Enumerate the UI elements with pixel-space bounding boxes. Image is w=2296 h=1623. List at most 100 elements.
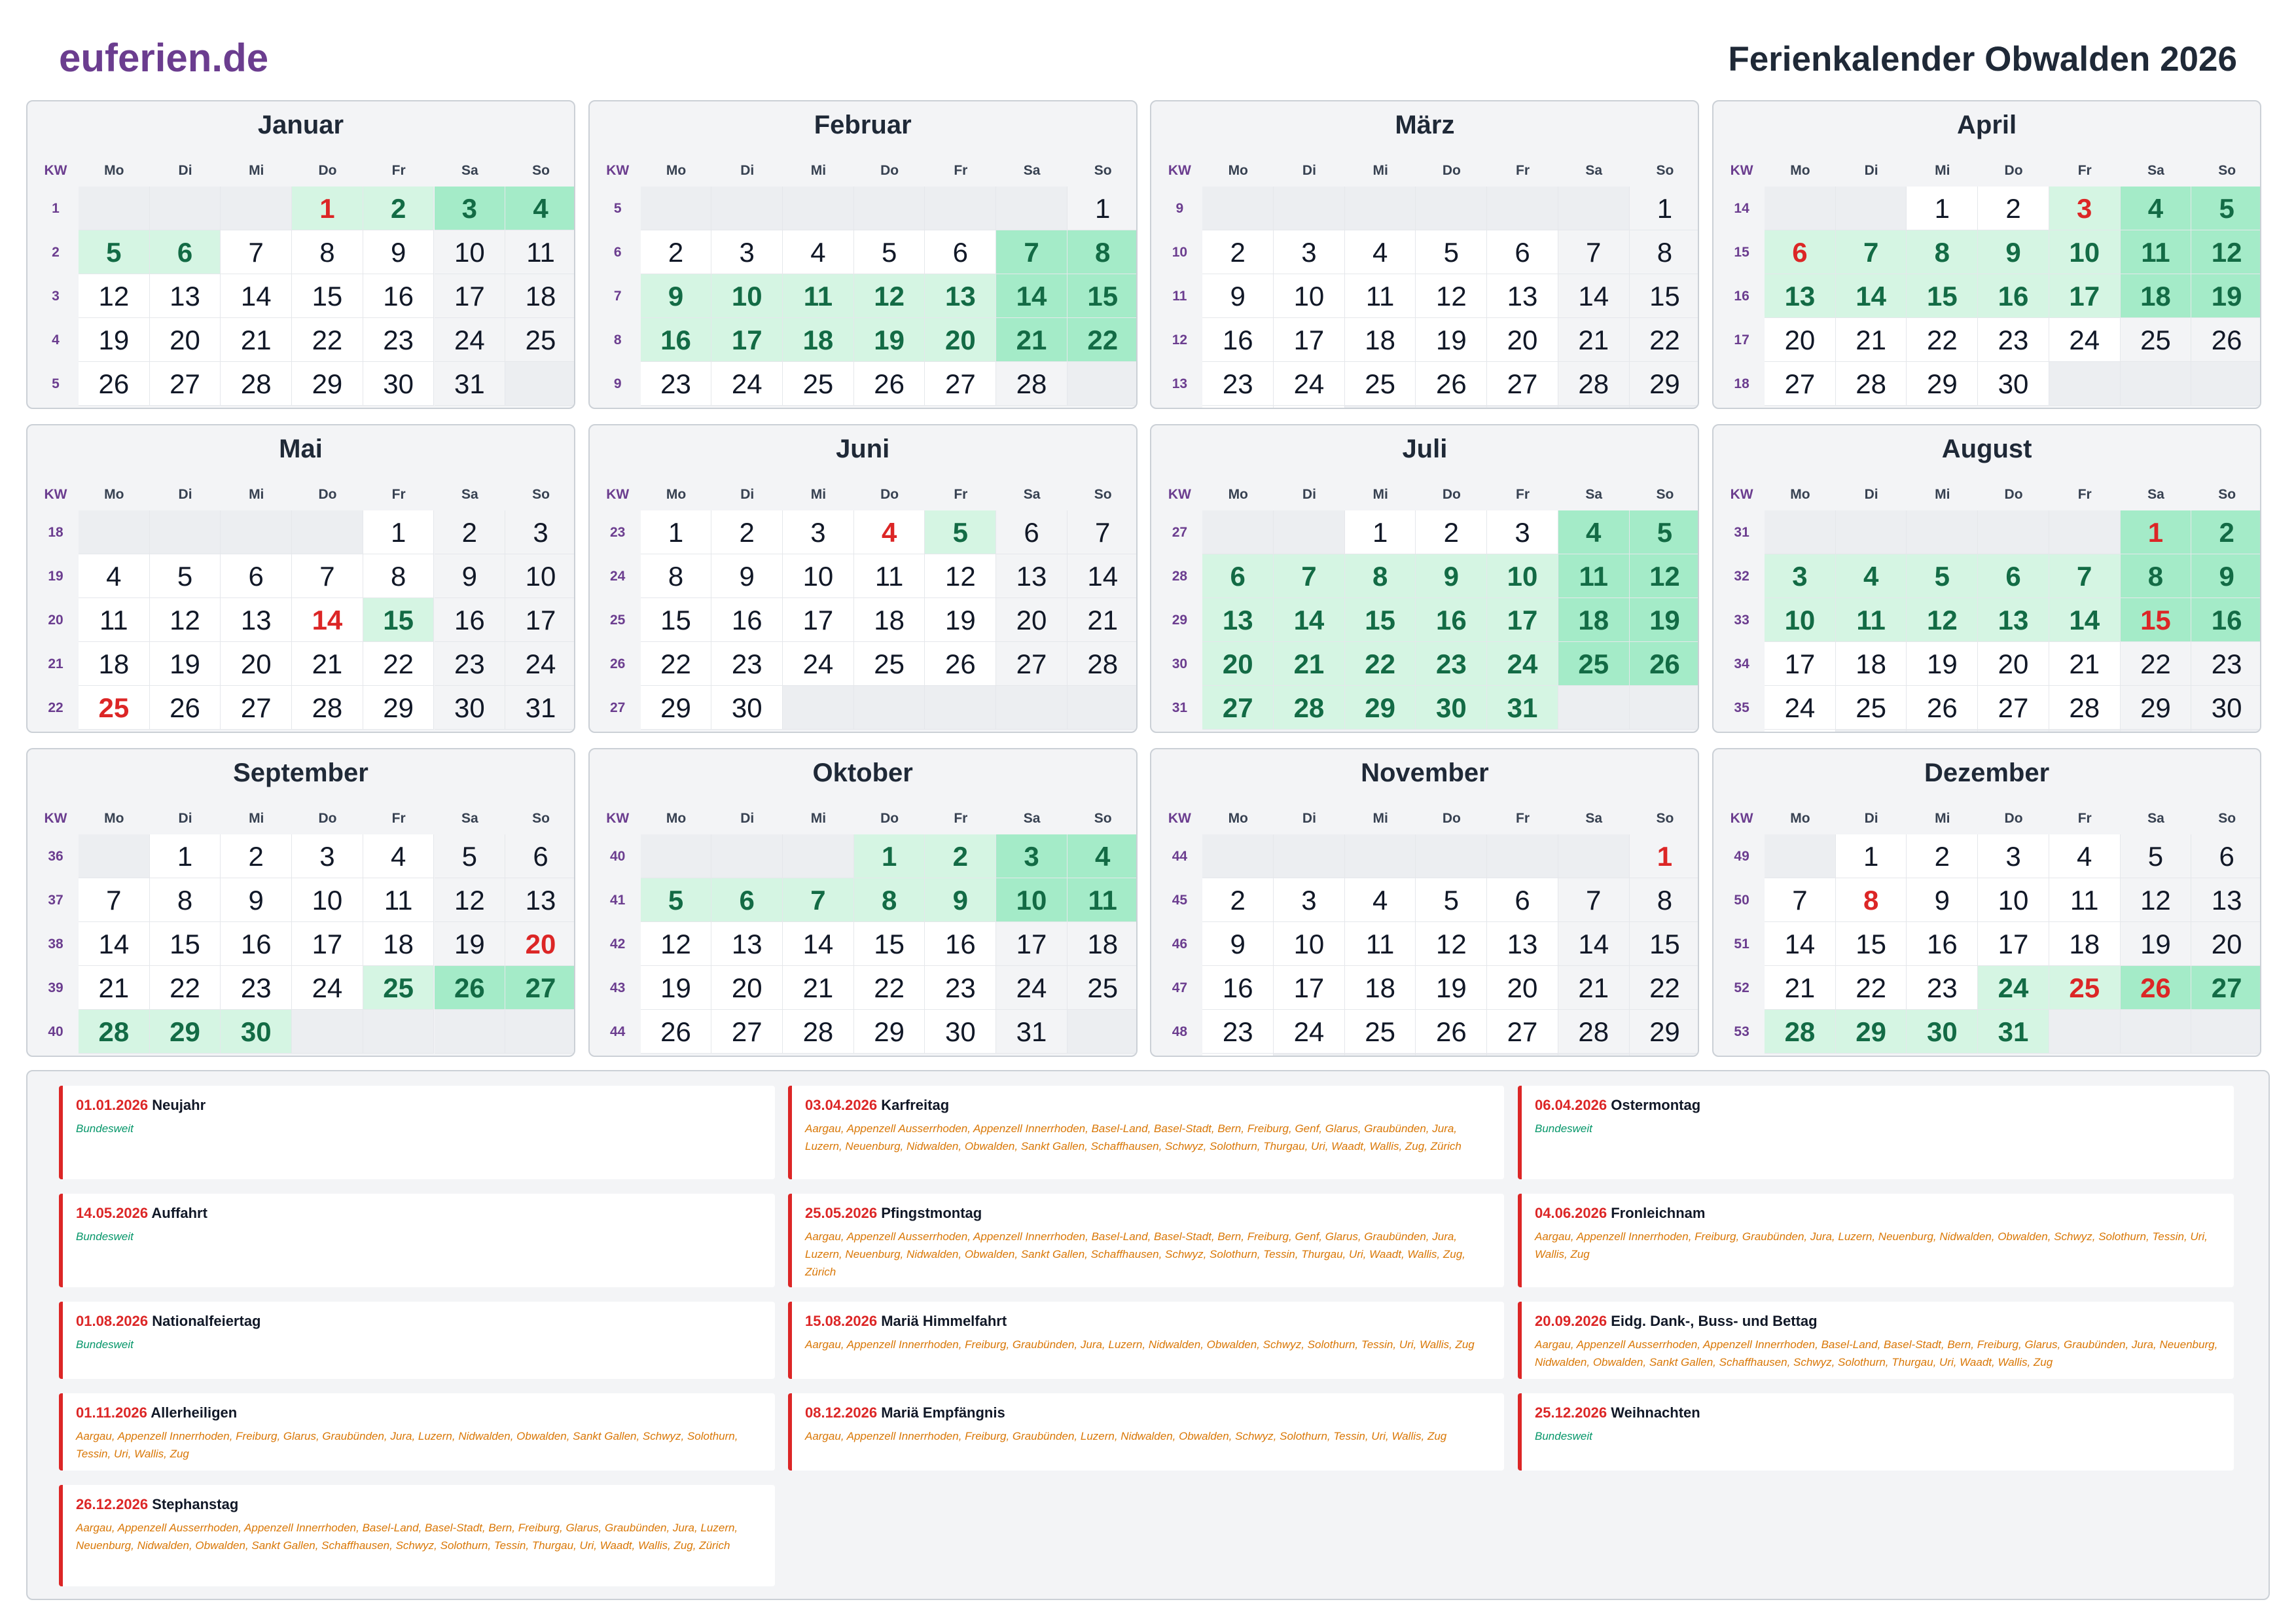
day-cell[interactable]: 15 [149,922,221,966]
day-cell[interactable]: 15 [1907,274,1979,318]
day-cell[interactable]: 3 [1978,834,2049,878]
day-cell[interactable]: 2 [221,834,293,878]
day-cell[interactable]: 29 [853,1010,925,1054]
day-cell[interactable]: 19 [2120,922,2192,966]
day-cell[interactable]: 5 [853,230,925,274]
day-cell[interactable]: 28 [1274,686,1345,730]
day-cell[interactable]: 22 [1344,642,1416,686]
day-cell[interactable]: 7 [79,878,150,922]
day-cell[interactable]: 26 [2120,966,2192,1010]
day-cell[interactable]: 23 [363,318,435,362]
day-cell[interactable]: 27 [2191,966,2261,1010]
day-cell[interactable]: 23 [1978,318,2049,362]
day-cell[interactable]: 30 [434,686,506,730]
day-cell[interactable]: 26 [434,966,506,1010]
day-cell[interactable]: 5 [434,834,506,878]
day-cell[interactable]: 20 [711,966,783,1010]
day-cell[interactable]: 12 [853,274,925,318]
day-cell[interactable]: 16 [1416,598,1488,642]
day-cell[interactable]: 11 [1067,878,1136,922]
day-cell[interactable]: 15 [1629,922,1698,966]
day-cell[interactable]: 17 [505,598,574,642]
day-cell[interactable]: 14 [79,922,150,966]
day-cell[interactable]: 12 [149,598,221,642]
day-cell[interactable]: 3 [783,510,854,554]
day-cell[interactable]: 8 [149,878,221,922]
day-cell[interactable]: 27 [996,642,1067,686]
day-cell[interactable]: 28 [1067,642,1136,686]
day-cell[interactable]: 7 [1765,878,1836,922]
day-cell[interactable]: 11 [2049,878,2121,922]
day-cell[interactable]: 24 [1274,362,1345,406]
day-cell[interactable]: 18 [853,598,925,642]
day-cell[interactable]: 14 [1765,922,1836,966]
day-cell[interactable]: 9 [363,230,435,274]
day-cell[interactable]: 21 [2049,642,2121,686]
day-cell[interactable]: 4 [1067,834,1136,878]
day-cell[interactable]: 7 [2049,554,2121,598]
day-cell[interactable]: 11 [505,230,574,274]
day-cell[interactable]: 15 [853,922,925,966]
day-cell[interactable]: 21 [1835,318,1907,362]
day-cell[interactable]: 24 [1487,642,1558,686]
day-cell[interactable]: 22 [149,966,221,1010]
day-cell[interactable]: 21 [79,966,150,1010]
day-cell[interactable]: 24 [996,966,1067,1010]
day-cell[interactable]: 21 [292,642,363,686]
day-cell[interactable]: 26 [2191,318,2261,362]
day-cell[interactable]: 20 [1487,966,1558,1010]
day-cell[interactable]: 1 [149,834,221,878]
day-cell[interactable]: 5 [149,554,221,598]
day-cell[interactable]: 29 [292,362,363,406]
day-cell[interactable]: 12 [434,878,506,922]
day-cell[interactable]: 25 [1067,966,1136,1010]
day-cell[interactable]: 22 [292,318,363,362]
day-cell[interactable]: 14 [1835,274,1907,318]
day-cell[interactable]: 13 [1765,274,1836,318]
day-cell[interactable]: 2 [640,230,712,274]
day-cell[interactable]: 17 [2049,274,2121,318]
day-cell[interactable]: 29 [1629,362,1698,406]
day-cell[interactable]: 15 [363,598,435,642]
day-cell[interactable]: 6 [1978,554,2049,598]
day-cell[interactable]: 7 [1835,230,1907,274]
day-cell[interactable]: 7 [996,230,1067,274]
day-cell[interactable]: 24 [1274,1010,1345,1054]
day-cell[interactable]: 12 [2191,230,2261,274]
day-cell[interactable]: 22 [853,966,925,1010]
day-cell[interactable]: 25 [1835,686,1907,730]
day-cell[interactable]: 18 [79,642,150,686]
day-cell[interactable]: 13 [1978,598,2049,642]
day-cell[interactable]: 4 [1344,878,1416,922]
day-cell[interactable]: 8 [292,230,363,274]
day-cell[interactable]: 8 [1344,554,1416,598]
day-cell[interactable]: 21 [996,318,1067,362]
day-cell[interactable]: 4 [783,230,854,274]
day-cell[interactable]: 3 [1487,510,1558,554]
day-cell[interactable]: 7 [1067,510,1136,554]
day-cell[interactable]: 3 [1765,554,1836,598]
day-cell[interactable]: 11 [79,598,150,642]
day-cell[interactable]: 30 [1202,1054,1274,1056]
day-cell[interactable]: 1 [1629,187,1698,230]
day-cell[interactable]: 20 [1487,318,1558,362]
day-cell[interactable]: 29 [640,686,712,730]
day-cell[interactable]: 14 [996,274,1067,318]
day-cell[interactable]: 10 [783,554,854,598]
day-cell[interactable]: 16 [221,922,293,966]
day-cell[interactable]: 20 [925,318,997,362]
day-cell[interactable]: 19 [79,318,150,362]
day-cell[interactable]: 10 [1274,274,1345,318]
day-cell[interactable]: 29 [1907,362,1979,406]
day-cell[interactable]: 19 [434,922,506,966]
day-cell[interactable]: 6 [221,554,293,598]
day-cell[interactable]: 6 [1487,878,1558,922]
day-cell[interactable]: 6 [711,878,783,922]
day-cell[interactable]: 16 [1202,966,1274,1010]
day-cell[interactable]: 4 [79,554,150,598]
day-cell[interactable]: 8 [363,554,435,598]
day-cell[interactable]: 13 [2191,878,2261,922]
day-cell[interactable]: 4 [2120,187,2192,230]
day-cell[interactable]: 14 [1558,274,1630,318]
day-cell[interactable]: 29 [2120,686,2192,730]
